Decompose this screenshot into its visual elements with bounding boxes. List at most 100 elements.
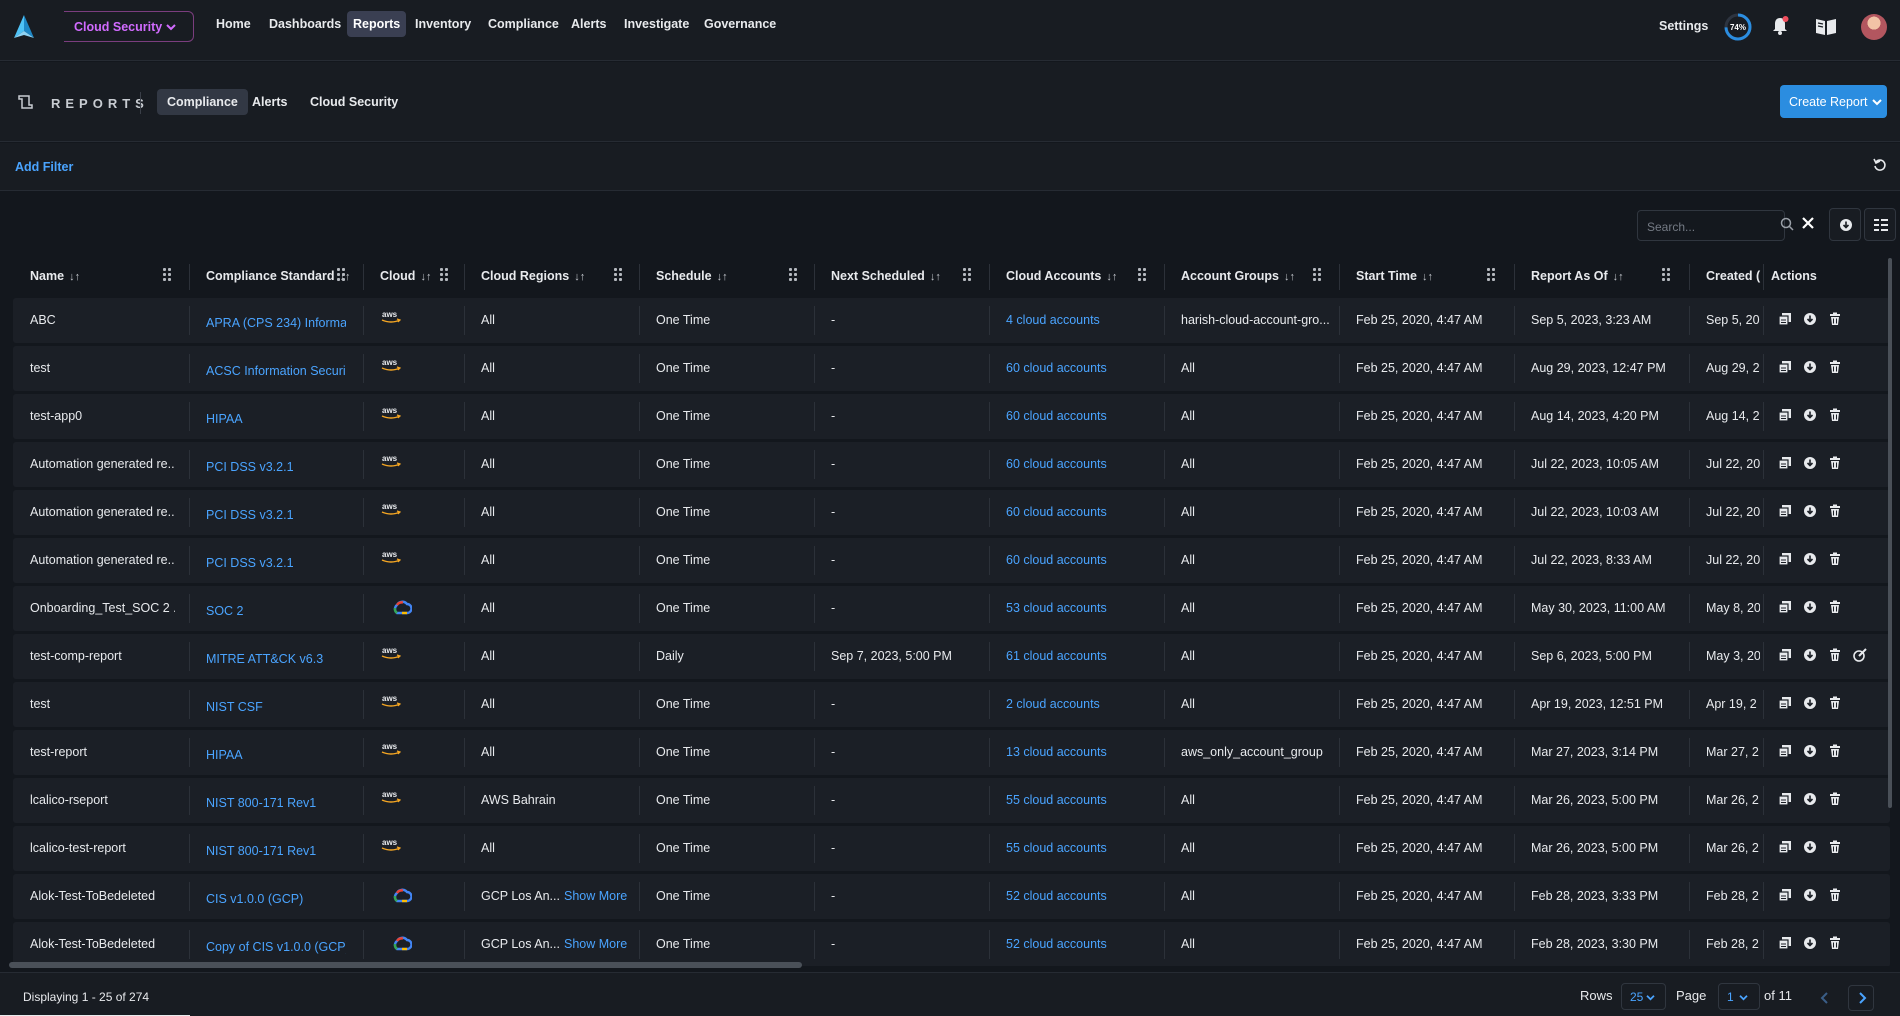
- download-icon[interactable]: [1803, 408, 1817, 425]
- progress-ring[interactable]: 74%: [1723, 12, 1753, 45]
- drag-handle-icon[interactable]: [614, 268, 622, 282]
- table-row[interactable]: test-app0 HIPAA aws All One Time - 60 cloud ac…: [13, 394, 1890, 439]
- tab-cloud-security[interactable]: Cloud Security: [310, 95, 398, 109]
- column-header-cloud-regions[interactable]: Cloud Regions ↓↑: [481, 269, 585, 283]
- table-row[interactable]: test ACSC Information Securi... aws All One …: [13, 346, 1890, 391]
- cell-compliance-standard[interactable]: MITRE ATT&CK v6.3: [206, 652, 323, 666]
- drag-handle-icon[interactable]: [1138, 268, 1146, 282]
- column-header-schedule[interactable]: Schedule ↓↑: [656, 269, 728, 283]
- close-icon[interactable]: [1801, 216, 1815, 233]
- sort-icon[interactable]: ↓↑: [1419, 271, 1433, 283]
- copy-icon[interactable]: [1778, 696, 1792, 713]
- download-icon[interactable]: [1803, 888, 1817, 905]
- copy-icon[interactable]: [1778, 840, 1792, 857]
- trash-icon[interactable]: [1828, 552, 1842, 569]
- drag-handle-icon[interactable]: [440, 268, 448, 282]
- cell-cloud-accounts[interactable]: 60 cloud accounts: [1006, 457, 1107, 471]
- copy-icon[interactable]: [1778, 888, 1792, 905]
- cell-cloud-accounts[interactable]: 53 cloud accounts: [1006, 601, 1107, 615]
- table-row[interactable]: lcalico-test-report NIST 800-171 Rev1 aws A…: [13, 826, 1890, 871]
- download-icon[interactable]: [1803, 360, 1817, 377]
- trash-icon[interactable]: [1828, 648, 1842, 665]
- column-header-actions[interactable]: Actions: [1771, 269, 1817, 283]
- search-input[interactable]: Search...: [1637, 210, 1785, 241]
- cell-cloud-accounts[interactable]: 13 cloud accounts: [1006, 745, 1107, 759]
- cell-compliance-standard[interactable]: NIST CSF: [206, 700, 263, 714]
- sort-icon[interactable]: ↓↑: [66, 271, 80, 283]
- copy-icon[interactable]: [1778, 648, 1792, 665]
- column-header-created[interactable]: Created (: [1706, 269, 1760, 283]
- drag-handle-icon[interactable]: [1313, 268, 1321, 282]
- table-row[interactable]: Alok-Test-ToBedeleted CIS v1.0.0 (GCP) GCP…: [13, 874, 1890, 919]
- column-header-cloud-accounts[interactable]: Cloud Accounts ↓↑: [1006, 269, 1117, 283]
- sort-icon[interactable]: ↓↑: [714, 271, 728, 283]
- download-icon[interactable]: [1803, 696, 1817, 713]
- rows-per-page-select[interactable]: 25: [1621, 983, 1666, 1010]
- add-filter-button[interactable]: Add Filter: [15, 160, 73, 174]
- table-row[interactable]: Automation generated re... PCI DSS v3.2.1…: [13, 442, 1890, 487]
- table-row[interactable]: Alok-Test-ToBedeleted Copy of CIS v1.0.0 …: [13, 922, 1890, 966]
- nav-governance[interactable]: Governance: [704, 17, 776, 31]
- cell-compliance-standard[interactable]: APRA (CPS 234) Informa...: [206, 316, 346, 330]
- column-header-account-groups[interactable]: Account Groups ↓↑: [1181, 269, 1295, 283]
- vertical-scrollbar[interactable]: [1888, 258, 1892, 808]
- column-header-compliance-standard[interactable]: Compliance Standard ↓↑: [206, 269, 351, 283]
- drag-handle-icon[interactable]: [963, 268, 971, 282]
- sort-icon[interactable]: ↓↑: [571, 271, 585, 283]
- download-icon[interactable]: [1803, 456, 1817, 473]
- cell-compliance-standard[interactable]: HIPAA: [206, 412, 243, 426]
- cell-cloud-accounts[interactable]: 60 cloud accounts: [1006, 361, 1107, 375]
- horizontal-scrollbar[interactable]: [9, 962, 802, 968]
- copy-icon[interactable]: [1778, 744, 1792, 761]
- copy-icon[interactable]: [1778, 456, 1792, 473]
- copy-icon[interactable]: [1778, 936, 1792, 953]
- tab-compliance[interactable]: Compliance: [157, 89, 248, 115]
- column-header-next-scheduled[interactable]: Next Scheduled ↓↑: [831, 269, 941, 283]
- docs-icon[interactable]: [1815, 16, 1837, 39]
- cell-compliance-standard[interactable]: CIS v1.0.0 (GCP): [206, 892, 303, 906]
- copy-icon[interactable]: [1778, 360, 1792, 377]
- download-icon[interactable]: [1803, 552, 1817, 569]
- download-icon[interactable]: [1803, 504, 1817, 521]
- cell-cloud-accounts[interactable]: 60 cloud accounts: [1006, 505, 1107, 519]
- show-more-link[interactable]: Show More: [564, 889, 627, 903]
- show-more-link[interactable]: Show More: [564, 937, 627, 951]
- table-row[interactable]: test-comp-report MITRE ATT&CK v6.3 aws All D…: [13, 634, 1890, 679]
- table-row[interactable]: ABC APRA (CPS 234) Informa... aws All One Ti…: [13, 298, 1890, 343]
- table-row[interactable]: test NIST CSF aws All One Time - 2 cloud accou…: [13, 682, 1890, 727]
- drag-handle-icon[interactable]: [789, 268, 797, 282]
- nav-reports[interactable]: Reports: [347, 11, 407, 37]
- cell-compliance-standard[interactable]: Copy of CIS v1.0.0 (GCP): [206, 940, 346, 954]
- create-report-button[interactable]: Create Report: [1780, 85, 1887, 118]
- drag-handle-icon[interactable]: [1662, 268, 1670, 282]
- user-avatar[interactable]: [1861, 14, 1887, 40]
- download-icon[interactable]: [1803, 936, 1817, 953]
- brand-logo-icon[interactable]: [12, 14, 36, 43]
- trash-icon[interactable]: [1828, 504, 1842, 521]
- copy-icon[interactable]: [1778, 408, 1792, 425]
- drag-handle-icon[interactable]: [1487, 268, 1495, 282]
- cell-compliance-standard[interactable]: SOC 2: [206, 604, 244, 618]
- download-button[interactable]: [1829, 208, 1861, 241]
- sort-icon[interactable]: ↓↑: [1281, 271, 1295, 283]
- nav-compliance[interactable]: Compliance: [488, 17, 559, 31]
- download-icon[interactable]: [1803, 648, 1817, 665]
- copy-icon[interactable]: [1778, 504, 1792, 521]
- product-switcher[interactable]: Cloud Security: [64, 11, 194, 42]
- bell-icon[interactable]: [1770, 15, 1790, 40]
- cell-compliance-standard[interactable]: ACSC Information Securi...: [206, 364, 346, 378]
- column-settings-button[interactable]: [1864, 208, 1896, 241]
- trash-icon[interactable]: [1828, 312, 1842, 329]
- edit-icon[interactable]: [1853, 648, 1867, 665]
- reset-icon[interactable]: [1873, 158, 1887, 175]
- tab-alerts[interactable]: Alerts: [252, 95, 287, 109]
- cell-compliance-standard[interactable]: PCI DSS v3.2.1: [206, 508, 294, 522]
- copy-icon[interactable]: [1778, 600, 1792, 617]
- nav-home[interactable]: Home: [216, 17, 251, 31]
- column-header-name[interactable]: Name ↓↑: [30, 269, 80, 283]
- table-row[interactable]: Automation generated re... PCI DSS v3.2.1…: [13, 490, 1890, 535]
- sort-icon[interactable]: ↓↑: [927, 271, 941, 283]
- download-icon[interactable]: [1803, 744, 1817, 761]
- cell-cloud-accounts[interactable]: 60 cloud accounts: [1006, 553, 1107, 567]
- cell-compliance-standard[interactable]: PCI DSS v3.2.1: [206, 556, 294, 570]
